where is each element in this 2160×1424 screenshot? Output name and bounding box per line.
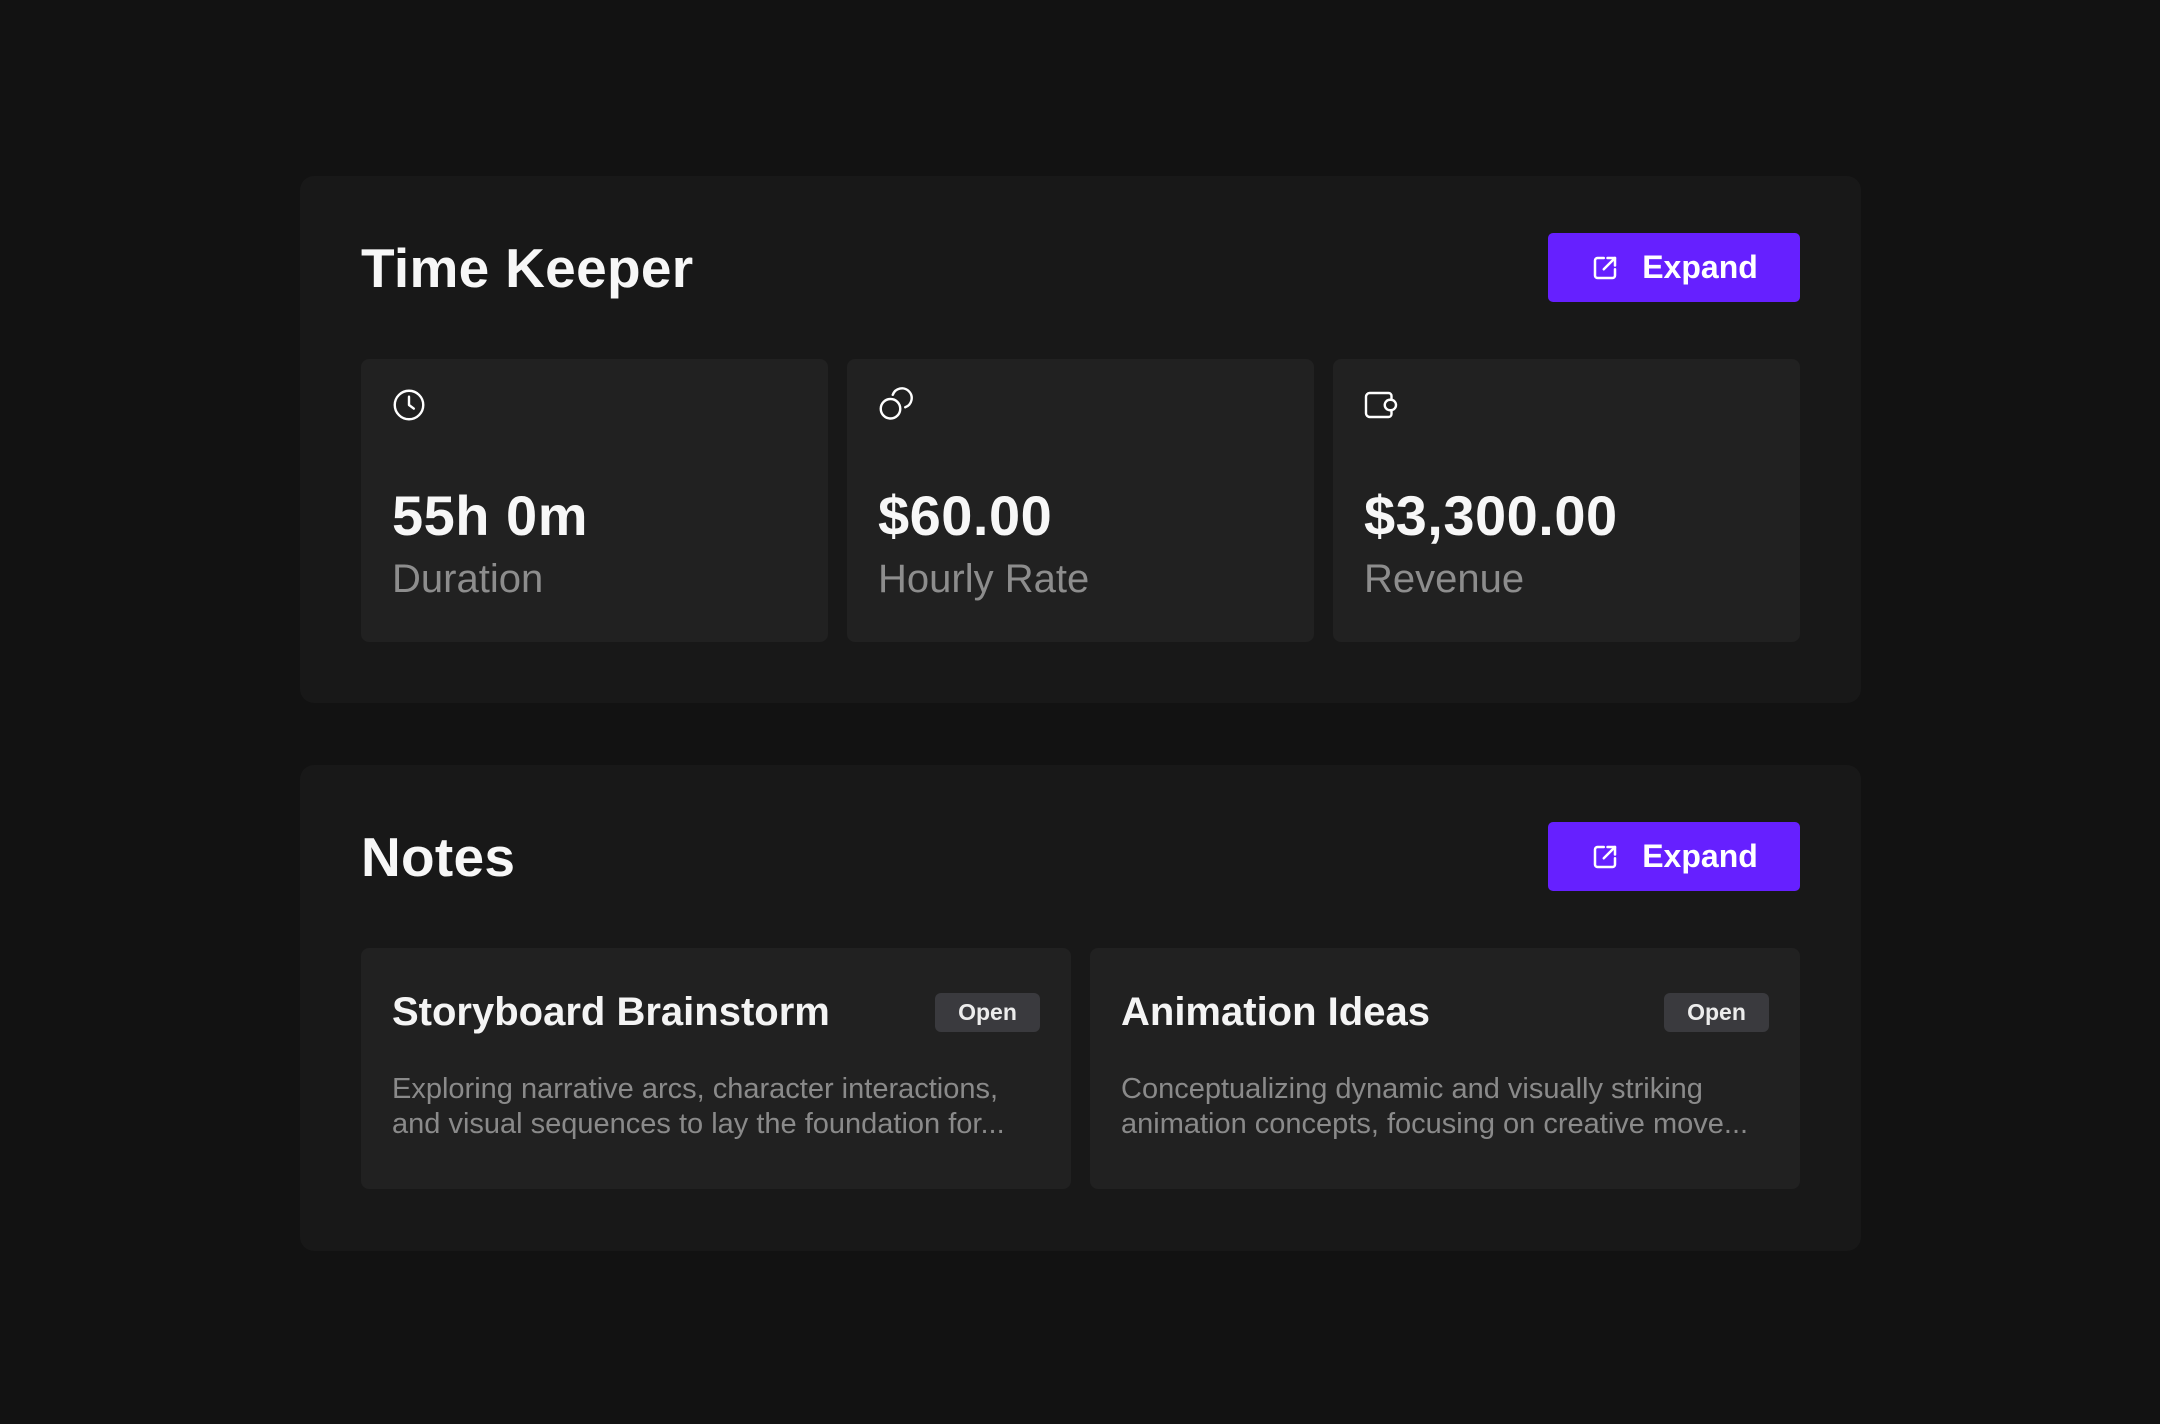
external-link-icon [1590, 842, 1620, 872]
stat-value: $3,300.00 [1364, 484, 1618, 547]
stat-card-revenue: $3,300.00 Revenue [1333, 359, 1800, 642]
expand-button-label: Expand [1642, 838, 1758, 874]
time-keeper-expand-button[interactable]: Expand [1548, 233, 1800, 302]
stat-label: Hourly Rate [878, 557, 1090, 601]
note-title: Storyboard Brainstorm [392, 990, 830, 1034]
stat-label: Revenue [1364, 557, 1525, 601]
notes-panel: Notes Expand Storyboard Brainstorm Open … [300, 765, 1861, 1251]
notes-header: Notes Expand [361, 822, 1800, 891]
expand-button-label: Expand [1642, 249, 1758, 285]
stat-label: Duration [392, 557, 544, 601]
coins-icon [877, 387, 913, 423]
note-description: Exploring narrative arcs, character inte… [392, 1073, 1005, 1140]
status-badge: Open [935, 993, 1040, 1032]
note-title: Animation Ideas [1121, 990, 1430, 1034]
stat-value: $60.00 [878, 484, 1053, 547]
wallet-icon [1363, 387, 1399, 423]
notes-expand-button[interactable]: Expand [1548, 822, 1800, 891]
clock-icon [391, 387, 427, 423]
note-card-storyboard-brainstorm[interactable]: Storyboard Brainstorm Open Exploring nar… [361, 948, 1071, 1189]
stat-card-hourly-rate: $60.00 Hourly Rate [847, 359, 1314, 642]
note-card-animation-ideas[interactable]: Animation Ideas Open Conceptualizing dyn… [1090, 948, 1800, 1189]
external-link-icon [1590, 253, 1620, 283]
stat-card-duration: 55h 0m Duration [361, 359, 828, 642]
time-keeper-title: Time Keeper [361, 236, 694, 299]
note-description: Conceptualizing dynamic and visually str… [1121, 1073, 1749, 1140]
notes-title: Notes [361, 825, 516, 888]
stats-grid: 55h 0m Duration $60.00 Hourly Rate $3,30… [361, 359, 1800, 642]
notes-list: Storyboard Brainstorm Open Exploring nar… [361, 948, 1800, 1189]
time-keeper-header: Time Keeper Expand [361, 233, 1800, 302]
status-badge: Open [1664, 993, 1769, 1032]
time-keeper-panel: Time Keeper Expand 55h 0m Duration $60.0… [300, 176, 1861, 703]
stat-value: 55h 0m [392, 484, 588, 547]
